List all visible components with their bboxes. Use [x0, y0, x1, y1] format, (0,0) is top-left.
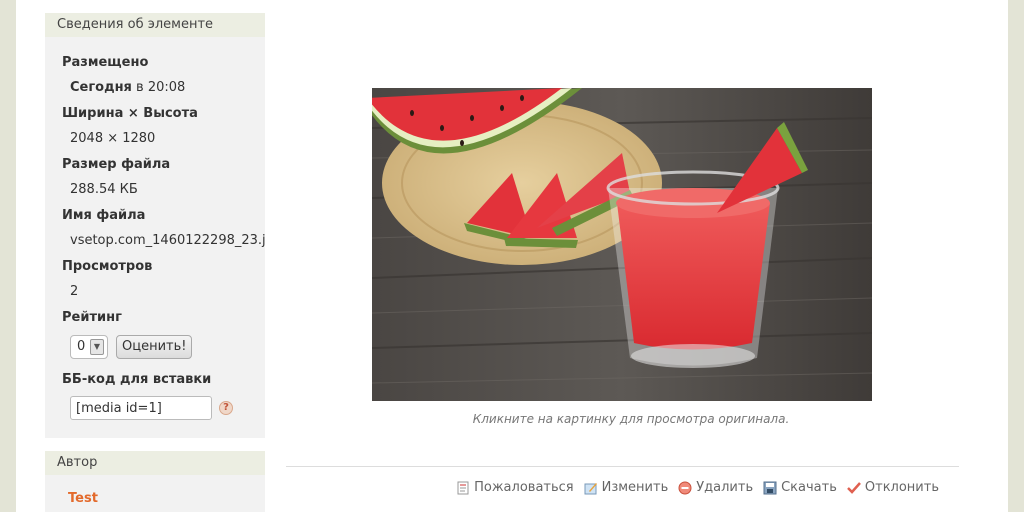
delete-label: Удалить [696, 480, 754, 495]
posted-day: Сегодня [70, 80, 132, 95]
bbcode-input[interactable] [70, 396, 212, 420]
dimensions-value: 2048 × 1280 [70, 131, 156, 146]
report-icon [457, 481, 469, 494]
item-info-panel: Сведения об элементе Размещено Сегодня в… [45, 13, 265, 438]
edit-icon [584, 482, 597, 494]
report-label: Пожаловаться [474, 480, 574, 495]
item-info-title: Сведения об элементе [45, 13, 265, 37]
delete-link[interactable]: Удалить [678, 480, 753, 495]
delete-icon [678, 481, 692, 494]
views-value: 2 [70, 284, 79, 299]
page-content: Сведения об элементе Размещено Сегодня в… [16, 0, 1008, 512]
report-link[interactable]: Пожаловаться [456, 480, 574, 495]
filename-value: vsetop.com_1460122298_23.jpg [70, 233, 265, 248]
divider [286, 466, 959, 467]
filesize-value: 288.54 КБ [70, 182, 138, 197]
bbcode-label: ББ-код для вставки [62, 372, 212, 387]
edit-label: Изменить [601, 480, 669, 495]
download-label: Скачать [781, 480, 837, 495]
rating-select[interactable]: 0 ▼ [70, 335, 108, 359]
posted-label: Размещено [62, 55, 149, 70]
chevron-down-icon[interactable]: ▼ [90, 339, 104, 355]
filename-label: Имя файла [62, 208, 146, 223]
dimensions-label: Ширина × Высота [62, 106, 198, 121]
reject-label: Отклонить [864, 480, 939, 495]
author-title: Автор [45, 451, 265, 475]
posted-value: Сегодня в 20:08 [70, 80, 265, 95]
edit-link[interactable]: Изменить [584, 480, 669, 495]
reject-link[interactable]: Отклонить [847, 480, 939, 495]
image-caption: Кликните на картинку для просмотра ориги… [472, 412, 790, 426]
filesize-label: Размер файла [62, 157, 171, 172]
author-panel: Автор Test [45, 451, 265, 512]
reject-icon [847, 481, 861, 494]
rate-button[interactable]: Оценить! [116, 335, 193, 359]
rating-label: Рейтинг [62, 310, 122, 325]
views-label: Просмотров [62, 259, 153, 274]
rating-selected-value: 0 [77, 339, 86, 354]
author-link[interactable]: Test [68, 491, 98, 506]
posted-time: в 20:08 [131, 80, 186, 95]
item-actions: Пожаловаться Изменить Удалить Скачать От… [456, 480, 939, 495]
download-icon [763, 481, 777, 494]
download-link[interactable]: Скачать [763, 480, 837, 495]
item-photo[interactable] [372, 88, 872, 401]
help-icon[interactable]: ? [219, 401, 233, 415]
